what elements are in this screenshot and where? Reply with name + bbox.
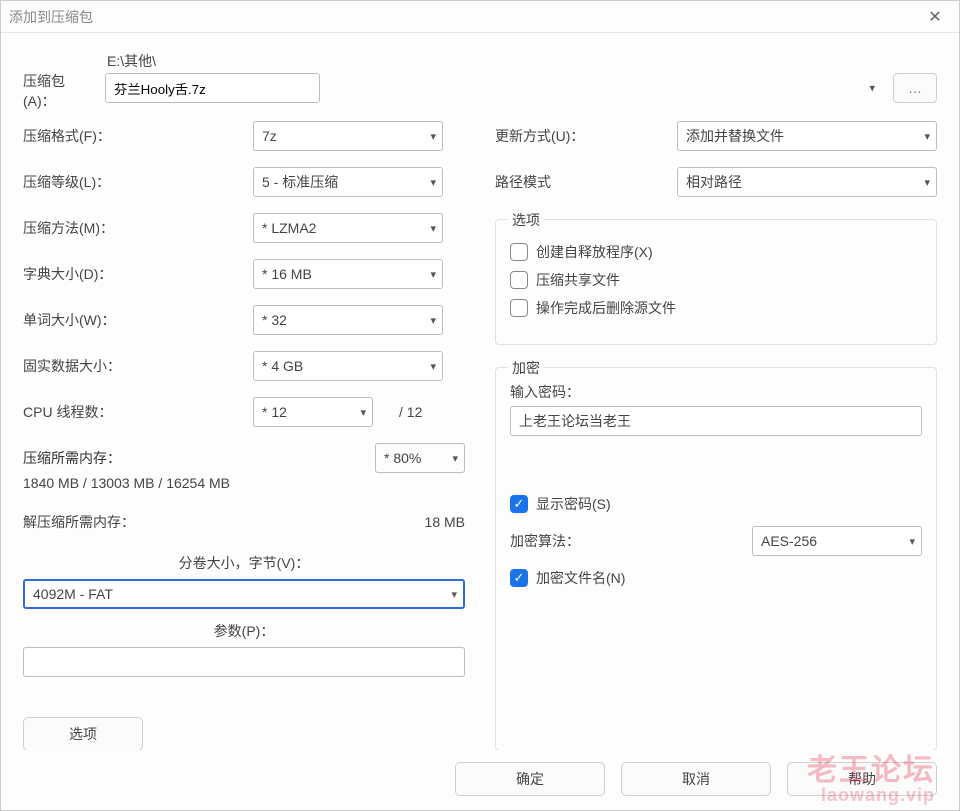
checkbox-icon [510,271,528,289]
archive-path: E:\其他\ [105,51,937,71]
dict-combo[interactable]: * 16 MB ▾ [253,259,443,289]
solid-label: 固实数据大小： [23,356,253,376]
shared-checkbox-row[interactable]: 压缩共享文件 [510,270,922,290]
level-label: 压缩等级(L)： [23,172,253,192]
method-combo[interactable]: * LZMA2 ▾ [253,213,443,243]
update-label: 更新方式(U)： [495,126,665,146]
update-combo[interactable]: 添加并替换文件 ▾ [677,121,937,151]
chevron-down-icon[interactable]: ▾ [869,82,875,95]
cancel-button[interactable]: 取消 [621,762,771,796]
checkbox-checked-icon: ✓ [510,569,528,587]
word-label: 单词大小(W)： [23,310,253,330]
chevron-down-icon: ▾ [452,452,458,465]
chevron-down-icon: ▾ [451,588,457,601]
right-column: 更新方式(U)： 添加并替换文件 ▾ 路径模式 相对路径 ▾ 选项 [495,121,937,750]
chevron-down-icon: ▾ [430,222,436,235]
chevron-down-icon: ▾ [909,535,915,548]
chevron-down-icon: ▾ [924,176,930,189]
solid-combo[interactable]: * 4 GB ▾ [253,351,443,381]
show-password-checkbox[interactable]: ✓ 显示密码(S) [510,494,922,514]
format-combo[interactable]: 7z ▾ [253,121,443,151]
format-label: 压缩格式(F)： [23,126,253,146]
archive-label: 压缩包(A)： [23,51,95,111]
threads-total: / 12 [399,404,422,420]
dialog-body: 压缩包(A)： E:\其他\ ▾ … 压缩格式(F)： 7z [1,33,959,750]
delete-checkbox-row[interactable]: 操作完成后删除源文件 [510,298,922,318]
word-combo[interactable]: * 32 ▾ [253,305,443,335]
archive-row: 压缩包(A)： E:\其他\ ▾ … [23,51,937,111]
chevron-down-icon: ▾ [924,130,930,143]
pwd-label: 输入密码： [510,382,922,402]
encrypt-group-title: 加密 [508,358,544,378]
params-input[interactable] [23,647,465,677]
help-button[interactable]: 帮助 [787,762,937,796]
options-button[interactable]: 选项 [23,717,143,750]
checkbox-icon [510,243,528,261]
pathmode-combo[interactable]: 相对路径 ▾ [677,167,937,197]
close-icon[interactable]: ✕ [919,3,951,31]
archive-filename-input[interactable] [105,73,320,103]
level-combo[interactable]: 5 - 标准压缩 ▾ [253,167,443,197]
encrypt-group: 加密 输入密码： 上老王论坛当老王 ✓ 显示密码(S) 加密算法： AES-25… [495,367,937,750]
compress-mem-detail: 1840 MB / 13003 MB / 16254 MB [23,475,465,491]
chevron-down-icon: ▾ [430,314,436,327]
decompress-mem-value: 18 MB [425,514,465,530]
threads-label: CPU 线程数： [23,402,253,422]
dialog-window: 添加到压缩包 ✕ 压缩包(A)： E:\其他\ ▾ … 压缩格式(F [0,0,960,811]
ok-button[interactable]: 确定 [455,762,605,796]
decompress-mem-label: 解压缩所需内存： [23,512,425,532]
left-column: 压缩格式(F)： 7z ▾ 压缩等级(L)： 5 - 标准压缩 ▾ 压缩方法(M… [23,121,465,750]
options-group: 选项 创建自释放程序(X) 压缩共享文件 操作完成后删除源文件 [495,219,937,345]
pathmode-label: 路径模式 [495,172,665,192]
split-combo[interactable]: 4092M - FAT ▾ [23,579,465,609]
chevron-down-icon: ▾ [430,360,436,373]
chevron-down-icon: ▾ [360,406,366,419]
titlebar: 添加到压缩包 ✕ [1,1,959,33]
checkbox-checked-icon: ✓ [510,495,528,513]
enc-method-label: 加密算法： [510,531,742,551]
options-group-title: 选项 [508,210,544,230]
window-title: 添加到压缩包 [9,7,919,27]
chevron-down-icon: ▾ [430,176,436,189]
chevron-down-icon: ▾ [430,268,436,281]
enc-method-combo[interactable]: AES-256 ▾ [752,526,922,556]
chevron-down-icon: ▾ [430,130,436,143]
columns: 压缩格式(F)： 7z ▾ 压缩等级(L)： 5 - 标准压缩 ▾ 压缩方法(M… [23,121,937,750]
footer: 老王论坛 laowang.vip 确定 取消 帮助 [1,750,959,810]
dict-label: 字典大小(D)： [23,264,253,284]
method-label: 压缩方法(M)： [23,218,253,238]
threads-combo[interactable]: * 12 ▾ [253,397,373,427]
browse-button[interactable]: … [893,73,937,103]
checkbox-icon [510,299,528,317]
password-input[interactable]: 上老王论坛当老王 [510,406,922,436]
split-label: 分卷大小，字节(V)： [179,553,310,573]
params-label: 参数(P)： [214,621,275,641]
mem-pct-combo[interactable]: * 80% ▾ [375,443,465,473]
encrypt-names-checkbox[interactable]: ✓ 加密文件名(N) [510,568,922,588]
sfx-checkbox-row[interactable]: 创建自释放程序(X) [510,242,922,262]
compress-mem-label: 压缩所需内存： [23,448,121,468]
